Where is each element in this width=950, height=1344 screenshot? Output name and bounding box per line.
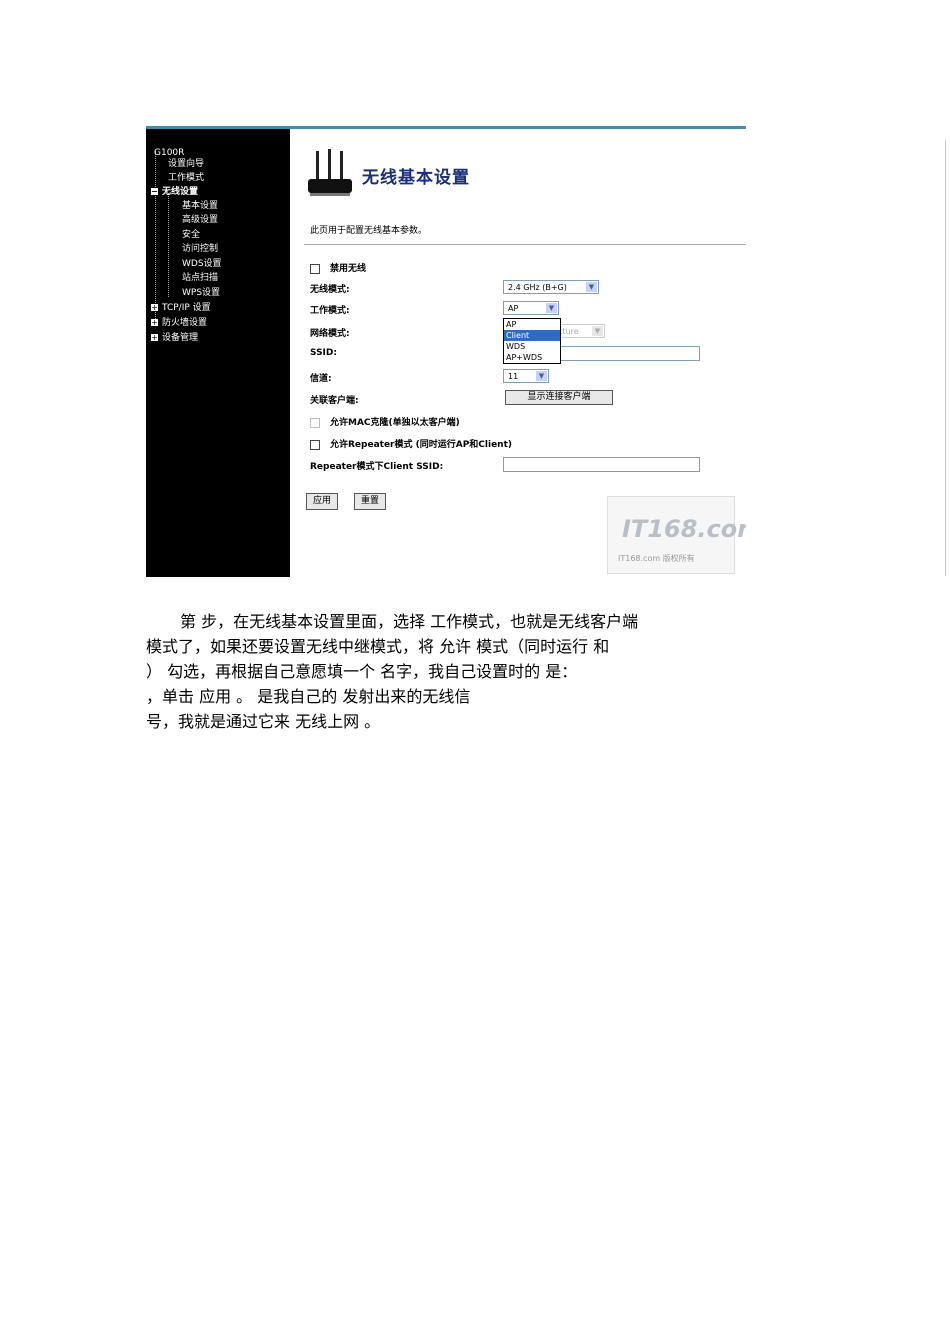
router-icon xyxy=(308,149,352,196)
dropdown-option[interactable]: WDS xyxy=(504,341,560,352)
expand-icon[interactable]: + xyxy=(151,304,158,312)
channel-label: 信道: xyxy=(310,374,332,384)
disable-wireless-label: 禁用无线 xyxy=(330,264,367,274)
repeater-checkbox[interactable] xyxy=(310,439,320,450)
sidebar-item-label: 防火墙设置 xyxy=(162,318,208,328)
watermark-logo: IT168.com xyxy=(622,515,746,543)
collapse-icon[interactable]: − xyxy=(151,188,158,196)
page-edge-line xyxy=(945,140,946,576)
sidebar-item-management[interactable]: + 设备管理 xyxy=(151,333,198,344)
sidebar-item-wps[interactable]: WPS设置 xyxy=(182,288,220,299)
sidebar-item-advanced[interactable]: 高级设置 xyxy=(182,215,218,226)
main-panel: 无线基本设置 此页用于配置无线基本参数。 禁用无线 无线模式: 2.4 GHz … xyxy=(290,129,746,577)
network-mode-value: cture xyxy=(558,327,579,336)
work-mode-value: AP xyxy=(508,304,519,313)
sidebar-item-work-mode[interactable]: 工作模式 xyxy=(168,173,204,184)
sidebar-item-tcpip[interactable]: + TCP/IP 设置 xyxy=(151,303,211,314)
repeater-label: 允许Repeater模式 (同时运行AP和Client) xyxy=(330,440,513,450)
repeater-row: 允许Repeater模式 (同时运行AP和Client) xyxy=(310,437,512,450)
wireless-mode-value: 2.4 GHz (B+G) xyxy=(508,283,567,292)
chevron-down-icon: ▼ xyxy=(546,303,557,313)
chevron-down-icon: ▼ xyxy=(592,326,603,336)
divider xyxy=(304,244,746,245)
dropdown-option[interactable]: AP xyxy=(504,319,560,330)
sidebar-item-security[interactable]: 安全 xyxy=(182,230,200,241)
network-mode-label: 网络模式: xyxy=(310,329,350,339)
sidebar-item-wizard[interactable]: 设置向导 xyxy=(168,159,204,170)
watermark-subtitle: IT168.com 版权所有 xyxy=(618,554,695,563)
sidebar-item-basic[interactable]: 基本设置 xyxy=(182,201,218,212)
show-clients-button[interactable]: 显示连接客户端 xyxy=(505,390,613,405)
chevron-down-icon: ▼ xyxy=(586,282,597,292)
mac-clone-checkbox[interactable] xyxy=(310,417,320,428)
channel-value: 11 xyxy=(508,372,519,381)
page-description: 此页用于配置无线基本参数。 xyxy=(310,226,428,236)
expand-icon[interactable]: + xyxy=(151,334,158,342)
paragraph-line-4: ，单击 应用 。 是我自己的 发射出来的无线信 xyxy=(146,687,471,706)
work-mode-select[interactable]: AP ▼ xyxy=(503,301,559,315)
subtree-line xyxy=(168,193,170,297)
sidebar-item-site-survey[interactable]: 站点扫描 xyxy=(182,273,218,284)
watermark: IT168.com IT168.com 版权所有 xyxy=(607,496,746,574)
reset-button[interactable]: 重置 xyxy=(354,493,386,510)
clients-label: 关联客户端: xyxy=(310,396,359,406)
ssid-label: SSID: xyxy=(310,348,337,358)
sidebar-item-wds[interactable]: WDS设置 xyxy=(182,259,222,270)
paragraph-line-1: 第 步，在无线基本设置里面，选择 工作模式，也就是无线客户端 xyxy=(180,612,639,631)
channel-select[interactable]: 11 ▼ xyxy=(503,369,549,383)
device-name: G100R xyxy=(154,148,185,158)
mac-clone-row: 允许MAC克隆(单独以太客户端) xyxy=(310,415,460,428)
sidebar-item-access[interactable]: 访问控制 xyxy=(182,244,218,255)
router-config-screenshot: G100R 设置向导 工作模式 − 无线设置 基本设置 高级设置 安全 访问控制 … xyxy=(146,126,746,577)
expand-icon[interactable]: + xyxy=(151,319,158,327)
paragraph-line-2: 模式了，如果还要设置无线中继模式，将 允许 模式（同时运行 和 xyxy=(146,637,610,656)
paragraph-line-5: 号，我就是通过它来 无线上网 。 xyxy=(146,712,381,731)
disable-wireless-row: 禁用无线 xyxy=(310,261,366,274)
sidebar-item-label: 无线设置 xyxy=(162,187,199,197)
ssid-input[interactable] xyxy=(558,346,700,361)
disable-wireless-checkbox[interactable] xyxy=(310,263,320,274)
wireless-mode-select[interactable]: 2.4 GHz (B+G) ▼ xyxy=(503,280,599,294)
dropdown-option[interactable]: AP+WDS xyxy=(504,352,560,363)
work-mode-label: 工作模式: xyxy=(310,306,350,316)
apply-button[interactable]: 应用 xyxy=(306,493,338,510)
chevron-down-icon: ▼ xyxy=(536,371,547,381)
dropdown-option-selected[interactable]: Client xyxy=(504,330,560,341)
sidebar-item-firewall[interactable]: + 防火墙设置 xyxy=(151,318,207,329)
sidebar-item-label: 设备管理 xyxy=(162,333,199,343)
repeater-ssid-label: Repeater模式下Client SSID: xyxy=(310,462,444,472)
tree-line xyxy=(155,151,157,319)
sidebar-item-label: TCP/IP 设置 xyxy=(162,303,211,313)
work-mode-dropdown[interactable]: AP Client WDS AP+WDS xyxy=(503,318,561,364)
mac-clone-label: 允许MAC克隆(单独以太客户端) xyxy=(330,418,460,428)
paragraph-line-3: ） 勾选，再根据自己意愿填一个 名字，我自己设置时的 是： xyxy=(146,662,578,681)
sidebar: G100R 设置向导 工作模式 − 无线设置 基本设置 高级设置 安全 访问控制 … xyxy=(146,129,290,577)
page-title: 无线基本设置 xyxy=(362,168,470,188)
repeater-ssid-input[interactable] xyxy=(503,457,700,472)
wireless-mode-label: 无线模式: xyxy=(310,285,350,295)
sidebar-item-wireless[interactable]: − 无线设置 xyxy=(151,187,198,198)
